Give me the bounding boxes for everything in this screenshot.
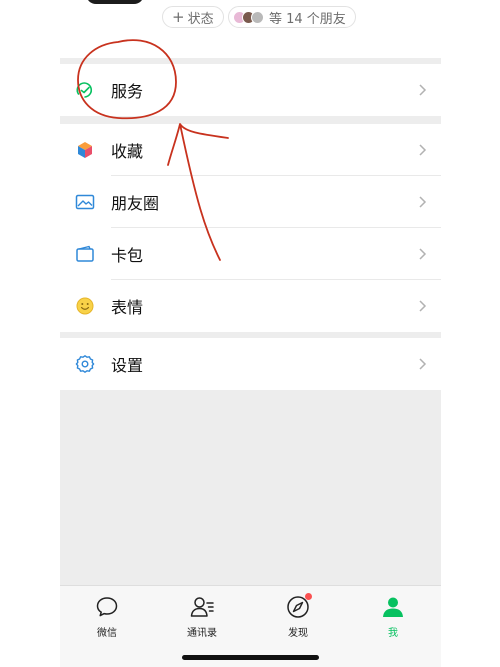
favorites-cube-icon <box>74 139 96 161</box>
tab-discover[interactable]: 发现 <box>263 593 333 639</box>
phone-screen: + 状态 等 14 个朋友 服务 收藏 朋友圈 卡包 表情 设置 微信 通讯录 … <box>60 0 441 667</box>
add-status-button[interactable]: + 状态 <box>162 6 224 28</box>
service-icon <box>74 79 96 101</box>
tab-contacts[interactable]: 通讯录 <box>167 594 237 639</box>
settings-section: 设置 <box>60 338 441 390</box>
gear-icon <box>74 353 96 375</box>
menu-item-label: 收藏 <box>111 142 144 161</box>
features-section: 收藏 朋友圈 卡包 表情 <box>60 124 441 332</box>
menu-item-label: 表情 <box>111 298 144 317</box>
moments-image-icon <box>74 191 96 213</box>
tab-label: 我 <box>388 628 398 639</box>
friends-status-button[interactable]: 等 14 个朋友 <box>228 6 356 28</box>
plus-icon: + <box>172 7 185 26</box>
chat-bubble-icon <box>94 594 120 620</box>
profile-header: + 状态 等 14 个朋友 <box>60 0 441 58</box>
friend-avatars <box>233 10 264 24</box>
tab-me[interactable]: 我 <box>358 594 428 639</box>
sticker-smiley-icon <box>74 295 96 317</box>
avatar[interactable] <box>86 0 144 4</box>
services-section: 服务 <box>60 64 441 116</box>
compass-icon <box>285 593 312 620</box>
person-icon <box>380 594 406 620</box>
card-wallet-icon <box>74 243 96 265</box>
menu-item-stickers[interactable]: 表情 <box>60 280 441 332</box>
menu-item-services[interactable]: 服务 <box>60 64 441 116</box>
status-label: 状态 <box>187 11 214 27</box>
tab-chats[interactable]: 微信 <box>72 594 142 639</box>
menu-item-moments[interactable]: 朋友圈 <box>60 176 441 228</box>
menu-item-label: 服务 <box>111 82 144 101</box>
menu-item-favorites[interactable]: 收藏 <box>60 124 441 176</box>
chevron-right-icon <box>419 248 427 260</box>
friend-avatar <box>251 10 264 24</box>
chevron-right-icon <box>419 300 427 312</box>
tab-label: 微信 <box>97 628 117 639</box>
menu-item-label: 朋友圈 <box>111 194 160 213</box>
friends-label: 等 14 个朋友 <box>269 11 346 27</box>
menu-item-label: 卡包 <box>111 246 144 265</box>
chevron-right-icon <box>419 358 427 370</box>
menu-item-cards[interactable]: 卡包 <box>60 228 441 280</box>
menu-item-label: 设置 <box>111 356 144 375</box>
home-indicator[interactable] <box>182 655 319 660</box>
tab-label: 发现 <box>288 628 308 639</box>
menu-item-settings[interactable]: 设置 <box>60 338 441 390</box>
chevron-right-icon <box>419 84 427 96</box>
notification-dot <box>305 593 312 600</box>
contacts-icon <box>189 594 215 620</box>
tab-label: 通讯录 <box>187 628 217 639</box>
chevron-right-icon <box>419 196 427 208</box>
chevron-right-icon <box>419 144 427 156</box>
